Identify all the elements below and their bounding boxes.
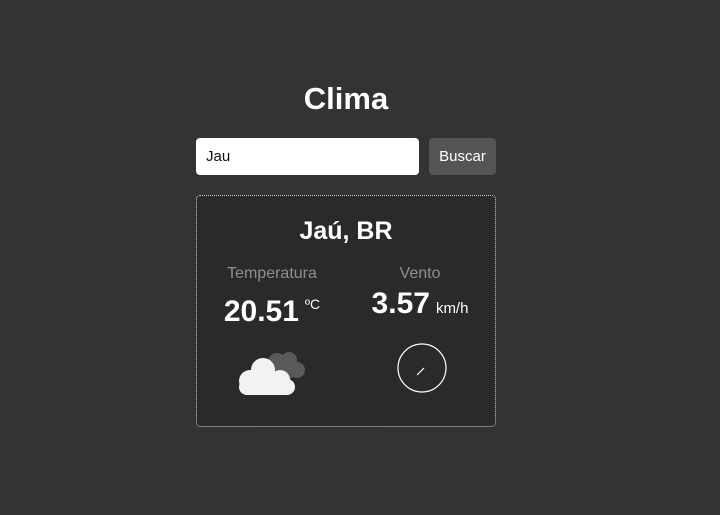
wind-label: Vento	[399, 265, 441, 282]
temperature-reading: 20.51 ºC	[197, 286, 347, 335]
wind-reading: 3.57 km/h	[345, 286, 495, 327]
wind-value: 3.57	[371, 287, 430, 320]
compass-icon	[397, 343, 447, 393]
cloud-icon	[239, 352, 305, 395]
weather-app: Clima Buscar Jaú, BR Temperatura 20.51 ºC…	[0, 0, 720, 515]
temperature-section: Temperatura 20.51 ºC	[197, 264, 347, 335]
city-search-input[interactable]	[196, 138, 419, 175]
wind-unit: km/h	[435, 300, 469, 317]
weather-card: Jaú, BR Temperatura 20.51 ºC Vento 3.57 km…	[196, 195, 496, 427]
temperature-value: 20.51	[223, 295, 299, 328]
location-title: Jaú, BR	[299, 217, 393, 245]
temperature-label: Temperatura	[227, 265, 317, 282]
temperature-unit: ºC	[304, 296, 321, 312]
search-button[interactable]: Buscar	[429, 138, 496, 175]
wind-section: Vento 3.57 km/h	[345, 264, 495, 327]
page-title: Clima	[303, 81, 389, 116]
